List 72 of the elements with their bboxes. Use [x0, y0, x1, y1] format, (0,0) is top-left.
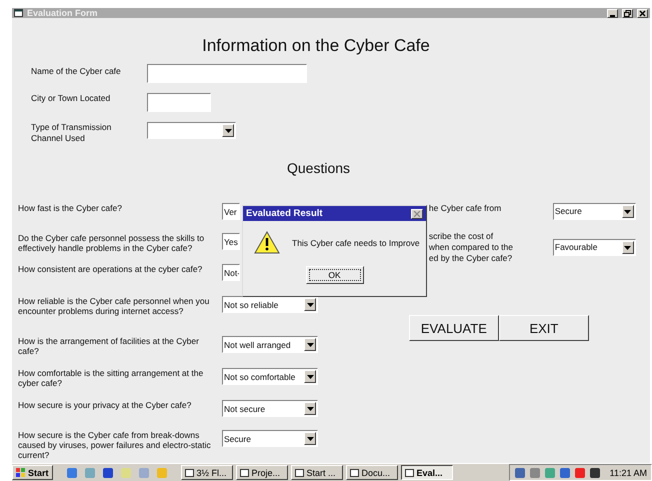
window-icon	[294, 468, 304, 476]
caret-icon	[306, 302, 314, 306]
taskbar-button[interactable]: 3½ Fl...	[180, 465, 233, 480]
dropdown-button[interactable]	[304, 298, 316, 311]
close-button[interactable]	[411, 208, 423, 218]
action-button[interactable]: EVALUATE	[408, 315, 499, 341]
ok-button[interactable]: OK	[306, 266, 364, 284]
answer-dropdown[interactable]: Not so reliable	[222, 296, 318, 313]
form-heading: Information on the Cyber Cafe	[201, 36, 431, 56]
dropdown-button[interactable]	[304, 432, 316, 445]
caret-icon	[624, 210, 632, 214]
question-text: How consistent are operations at the cyber cafe?	[18, 264, 204, 274]
caret-icon	[306, 436, 314, 440]
window-icon	[14, 9, 23, 17]
start-button[interactable]: Start	[12, 465, 53, 480]
question-text: How is the arrangement of facilities at the Cyber cafe?	[18, 336, 200, 356]
question-text: How fast is the Cyber cafe?	[18, 203, 123, 213]
caret-icon	[306, 342, 314, 346]
taskbar-button[interactable]: Proje...	[236, 465, 288, 480]
answer-dropdown[interactable]: Not so comfortable	[222, 368, 318, 385]
answer-dropdown[interactable]: Not secure	[222, 400, 318, 417]
field-label: City or Town Located	[31, 92, 112, 105]
taskbar-button[interactable]: Eval...	[400, 465, 453, 480]
minimize-button[interactable]	[607, 8, 618, 18]
answer-dropdown[interactable]: Ver	[222, 203, 240, 220]
field-label: Name of the Cyber cafe	[31, 65, 122, 78]
answer-dropdown[interactable]: Secure	[222, 430, 318, 447]
dialog-message: This Cyber cafe needs to Improve	[292, 238, 420, 248]
answer-dropdown[interactable]: Favourable	[552, 239, 636, 256]
caret-icon	[224, 128, 232, 132]
flag-icon	[16, 468, 26, 477]
warning-icon	[254, 231, 280, 254]
window-icon	[240, 468, 249, 476]
question-text: scribe the cost of when compared to the ed by the Cyber cafe?	[428, 231, 514, 265]
dropdown[interactable]	[147, 122, 236, 139]
action-button[interactable]: EXIT	[498, 315, 589, 341]
text-field[interactable]	[147, 64, 307, 83]
question-text: How comfortable is the sitting arrangement at the cyber cafe?	[18, 368, 204, 388]
answer-dropdown[interactable]: Yes	[222, 233, 240, 250]
question-text: Do the Cyber cafe personnel possess the skills to effectively handle problems in the Cyber cafe?	[18, 233, 206, 253]
question-text: How secure is the Cyber cafe from break-downs caused by viruses, power failures and electro-static current?	[18, 430, 212, 460]
field-label: Type of Transmission Channel Used	[31, 121, 112, 144]
clock: 11:21 AM	[610, 468, 647, 478]
browser-icon[interactable]	[66, 466, 78, 478]
text-field[interactable]	[147, 93, 211, 112]
question-text: How secure is your privacy at the Cyber cafe?	[18, 400, 192, 410]
close-icon	[414, 210, 420, 216]
caret-icon	[624, 246, 632, 250]
taskbar-button[interactable]: Start ...	[290, 465, 343, 480]
section-heading: Questions	[287, 160, 352, 176]
restore-icon	[624, 10, 631, 16]
close-icon	[639, 10, 646, 16]
question-text: How reliable is the Cyber cafe personnel when you encounter problems during internet access?	[18, 296, 210, 316]
window-icon	[184, 468, 194, 476]
window-title: Evaluation Form	[27, 8, 99, 18]
window-icon	[404, 468, 414, 476]
answer-dropdown[interactable]: Secure	[552, 203, 636, 220]
restore-button[interactable]	[622, 8, 633, 18]
caret-icon	[306, 374, 314, 378]
dropdown-button[interactable]	[304, 370, 316, 383]
caret-icon	[306, 406, 314, 410]
question-text: he Cyber cafe from	[428, 203, 502, 215]
window-icon	[350, 468, 359, 476]
dropdown-button[interactable]	[622, 241, 634, 254]
dropdown-button[interactable]	[304, 402, 316, 415]
dropdown-button[interactable]	[622, 205, 634, 218]
close-button[interactable]	[637, 8, 648, 18]
dropdown-button[interactable]	[304, 338, 316, 351]
dropdown-button[interactable]	[222, 124, 234, 137]
taskbar-button[interactable]: Docu...	[346, 465, 398, 480]
answer-dropdown[interactable]: Not well arranged	[222, 336, 318, 353]
dialog-title: Evaluated Result	[246, 208, 323, 219]
